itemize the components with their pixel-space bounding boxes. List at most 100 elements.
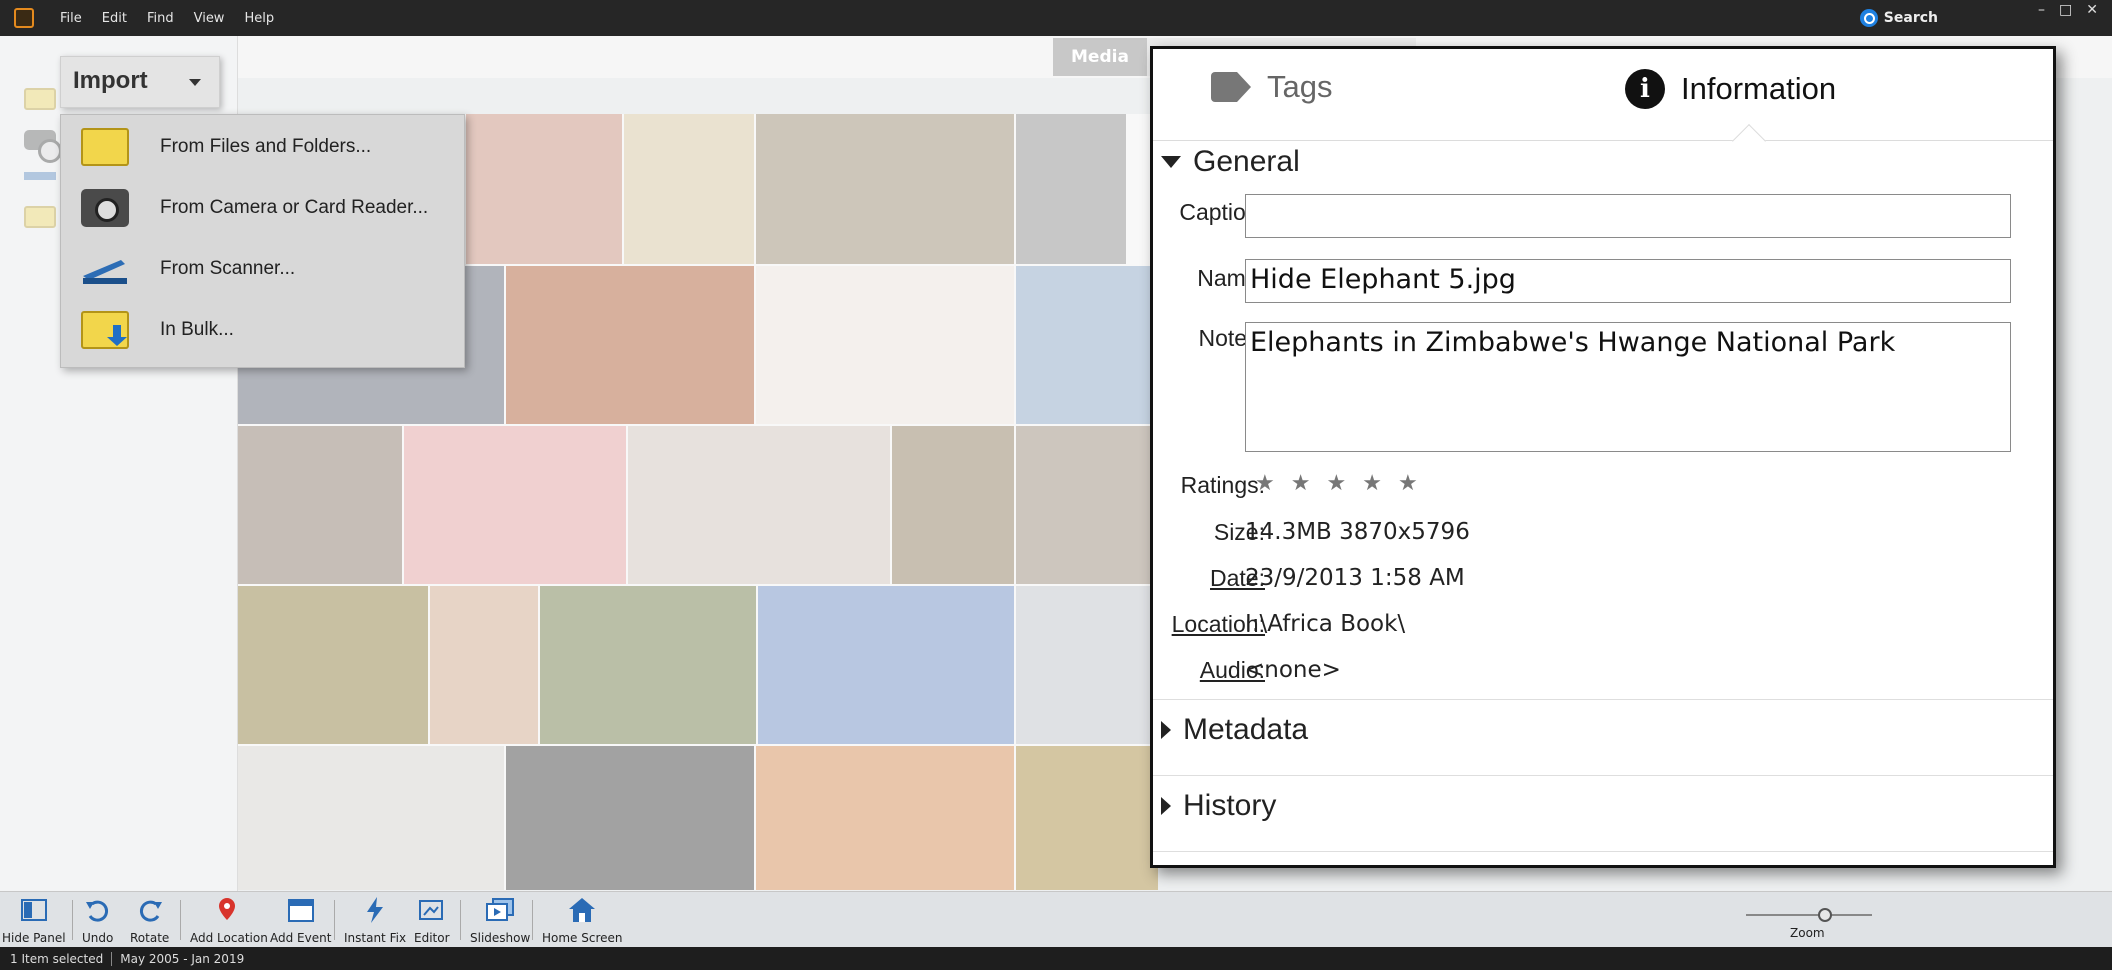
triangle-right-icon	[1161, 721, 1171, 739]
zoom-track[interactable]	[1746, 914, 1872, 916]
menu-edit[interactable]: Edit	[92, 11, 137, 26]
thumbnail[interactable]	[466, 114, 622, 264]
slideshow-button[interactable]: Slideshow	[470, 895, 530, 945]
thumbnail[interactable]	[756, 266, 1014, 424]
ratings-label: Ratings:	[1180, 472, 1265, 498]
close-icon[interactable]: ✕	[2086, 2, 2098, 18]
thumbnail[interactable]	[1016, 114, 1126, 264]
bulk-folder-icon	[81, 311, 129, 349]
instant-fix-button[interactable]: Instant Fix	[344, 895, 406, 945]
search-icon	[1859, 9, 1878, 27]
toolbar-label: Home Screen	[542, 931, 623, 945]
thumbnail[interactable]	[238, 426, 402, 584]
star-icon[interactable]: ★	[1326, 471, 1346, 496]
thumbnail[interactable]	[506, 266, 754, 424]
thumbnail[interactable]	[628, 426, 890, 584]
thumbnail[interactable]	[238, 586, 428, 744]
menu-item-label: In Bulk...	[160, 319, 234, 340]
info-icon: i	[1625, 69, 1665, 109]
toolbar-label: Slideshow	[470, 931, 531, 945]
divider	[1153, 775, 2053, 776]
section-history-title: History	[1183, 789, 1277, 822]
camera-icon	[81, 189, 129, 227]
tag-icon	[1211, 72, 1251, 102]
star-icon[interactable]: ★	[1362, 471, 1382, 496]
triangle-down-icon	[1161, 156, 1181, 168]
thumbnail[interactable]	[238, 746, 504, 890]
zoom-handle[interactable]	[1818, 908, 1832, 922]
thumbnail[interactable]	[1016, 426, 1158, 584]
rotate-icon	[135, 895, 165, 925]
star-icon[interactable]: ★	[1291, 471, 1311, 496]
thumbnail[interactable]	[1016, 746, 1158, 890]
calendar-icon	[286, 895, 316, 925]
thumbnail[interactable]	[624, 114, 754, 264]
star-icon[interactable]: ★	[1255, 471, 1275, 496]
home-icon	[567, 895, 597, 925]
tab-media[interactable]: Media	[1053, 38, 1147, 76]
menu-item-from-camera[interactable]: From Camera or Card Reader...	[61, 178, 464, 238]
tab-tags-label: Tags	[1267, 69, 1333, 104]
triangle-right-icon	[1161, 797, 1171, 815]
scanner-icon	[81, 250, 129, 288]
section-history-header[interactable]: History	[1161, 789, 1276, 823]
toolbar-label: Editor	[414, 931, 450, 945]
editor-button[interactable]: Editor	[414, 895, 450, 945]
tab-tags[interactable]: Tags	[1211, 69, 1332, 105]
minimize-icon[interactable]: –	[2038, 2, 2045, 18]
editor-icon	[417, 895, 447, 925]
thumbnail[interactable]	[892, 426, 1014, 584]
toolbar-label: Instant Fix	[344, 931, 407, 945]
import-button[interactable]: Import	[60, 56, 220, 108]
menu-item-in-bulk[interactable]: In Bulk...	[61, 300, 464, 360]
chevron-down-icon	[189, 79, 201, 86]
thumbnail[interactable]	[756, 114, 1014, 264]
search-button[interactable]: Search	[1859, 6, 1938, 30]
zoom-slider[interactable]: Zoom	[1746, 900, 1872, 940]
notes-field[interactable]: Elephants in Zimbabwe's Hwange National …	[1245, 322, 2011, 452]
thumbnail[interactable]	[756, 746, 1014, 890]
menu-help[interactable]: Help	[234, 11, 284, 26]
info-panel: Tags i Information General Caption: Name…	[1150, 46, 2056, 868]
folder-icon	[81, 128, 129, 166]
rating-stars[interactable]: ★ ★ ★ ★ ★	[1255, 471, 1418, 496]
caption-field[interactable]	[1245, 194, 2011, 238]
tab-information[interactable]: i Information	[1625, 69, 1836, 109]
divider	[532, 900, 533, 940]
section-general-header[interactable]: General	[1161, 145, 1300, 179]
folder-icon	[24, 88, 56, 110]
home-screen-button[interactable]: Home Screen	[542, 895, 623, 945]
camera-icon	[24, 130, 62, 163]
thumbnail[interactable]	[758, 586, 1014, 744]
star-icon[interactable]: ★	[1398, 471, 1418, 496]
menu-item-from-scanner[interactable]: From Scanner...	[61, 239, 464, 299]
divider	[460, 900, 461, 940]
import-menu: From Files and Folders... From Camera or…	[60, 114, 465, 368]
menu-find[interactable]: Find	[137, 11, 184, 26]
menu-file[interactable]: File	[50, 11, 92, 26]
thumbnail[interactable]	[1016, 586, 1158, 744]
slideshow-icon	[485, 895, 515, 925]
maximize-icon[interactable]: □	[2059, 2, 2072, 18]
audio-value: <none>	[1245, 657, 1341, 683]
thumbnail[interactable]	[1016, 266, 1158, 424]
add-location-button[interactable]: Add Location	[190, 895, 268, 945]
hide-panel-button[interactable]: Hide Panel	[2, 895, 66, 945]
rotate-button[interactable]: Rotate	[130, 895, 169, 945]
thumbnail[interactable]	[430, 586, 538, 744]
menu-view[interactable]: View	[184, 11, 235, 26]
menu-item-label: From Camera or Card Reader...	[160, 197, 429, 218]
name-field[interactable]: Hide Elephant 5.jpg	[1245, 259, 2011, 303]
menu-item-from-files[interactable]: From Files and Folders...	[61, 117, 464, 177]
title-bar: File Edit Find View Help Search – □ ✕	[0, 0, 2112, 36]
thumbnail[interactable]	[506, 746, 754, 890]
thumbnail[interactable]	[404, 426, 626, 584]
toolbar-label: Rotate	[130, 931, 170, 945]
add-event-button[interactable]: Add Event	[270, 895, 331, 945]
thumbnail[interactable]	[540, 586, 756, 744]
location-value: I:\Africa Book\	[1245, 611, 1406, 637]
section-metadata-header[interactable]: Metadata	[1161, 713, 1308, 747]
undo-icon	[83, 895, 113, 925]
undo-button[interactable]: Undo	[82, 895, 113, 945]
status-bar: 1 Item selected May 2005 - Jan 2019	[0, 947, 2112, 970]
